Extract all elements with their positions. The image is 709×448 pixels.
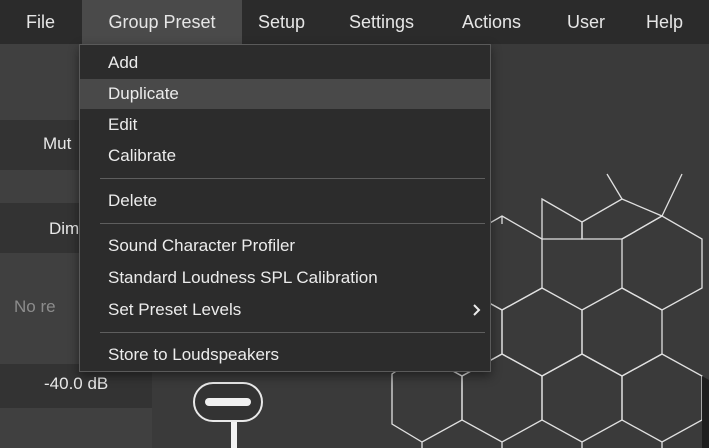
- menu-item-edit[interactable]: Edit: [80, 110, 490, 140]
- menu-separator: [100, 178, 485, 179]
- level-value: -40.0 dB: [44, 374, 109, 393]
- menu-user[interactable]: User: [567, 0, 617, 44]
- menu-setup[interactable]: Setup: [258, 0, 320, 44]
- menu-item-delete[interactable]: Delete: [80, 186, 490, 216]
- menu-item-label: Delete: [108, 191, 158, 210]
- hex-cell[interactable]: [621, 353, 703, 443]
- menu-item-label: Duplicate: [108, 84, 179, 103]
- menu-item-label: Sound Character Profiler: [108, 236, 296, 255]
- menu-help[interactable]: Help: [646, 0, 696, 44]
- group-preset-dropdown: Add Duplicate Edit Calibrate Delete Soun…: [79, 44, 491, 372]
- menu-item-spl-calibration[interactable]: Standard Loudness SPL Calibration: [80, 263, 490, 293]
- menu-item-label: Edit: [108, 115, 138, 134]
- menu-item-calibrate[interactable]: Calibrate: [80, 141, 490, 171]
- hex-cell[interactable]: [581, 287, 663, 377]
- menu-separator: [100, 332, 485, 333]
- hex-cell-dark: [702, 376, 709, 448]
- menu-settings[interactable]: Settings: [349, 0, 429, 44]
- fader-knob-icon[interactable]: [193, 382, 263, 422]
- hex-cell[interactable]: [581, 198, 664, 240]
- hex-cell[interactable]: [541, 197, 583, 240]
- menu-file[interactable]: File: [20, 0, 76, 44]
- panel-footer: [0, 408, 152, 448]
- hex-cell[interactable]: [501, 287, 583, 377]
- menu-actions[interactable]: Actions: [462, 0, 537, 44]
- menu-item-label: Store to Loudspeakers: [108, 345, 280, 364]
- dim-label: Dim: [49, 219, 80, 238]
- status-text: No re: [14, 297, 56, 316]
- chevron-right-icon: [472, 295, 482, 335]
- fader-track[interactable]: [231, 422, 237, 448]
- menu-item-label: Set Preset Levels: [108, 300, 242, 319]
- hex-cell[interactable]: [621, 215, 703, 311]
- fader-grip: [205, 398, 251, 406]
- menu-item-label: Add: [108, 53, 139, 72]
- menu-group-preset[interactable]: Group Preset: [82, 0, 242, 44]
- menu-separator: [100, 223, 485, 224]
- hex-edge: [606, 173, 623, 200]
- menu-item-set-preset-levels[interactable]: Set Preset Levels: [80, 295, 490, 325]
- menu-item-sound-character-profiler[interactable]: Sound Character Profiler: [80, 231, 490, 261]
- menu-bar: File Group Preset Setup Settings Actions…: [0, 0, 709, 44]
- menu-item-add[interactable]: Add: [80, 48, 490, 78]
- menu-item-store-to-loudspeakers[interactable]: Store to Loudspeakers: [80, 340, 490, 370]
- menu-item-duplicate[interactable]: Duplicate: [80, 79, 490, 109]
- hex-cell[interactable]: [541, 353, 623, 443]
- menu-item-label: Calibrate: [108, 146, 177, 165]
- hex-edge: [661, 173, 683, 217]
- menu-item-label: Standard Loudness SPL Calibration: [108, 268, 378, 287]
- mute-label: Mut: [43, 134, 72, 153]
